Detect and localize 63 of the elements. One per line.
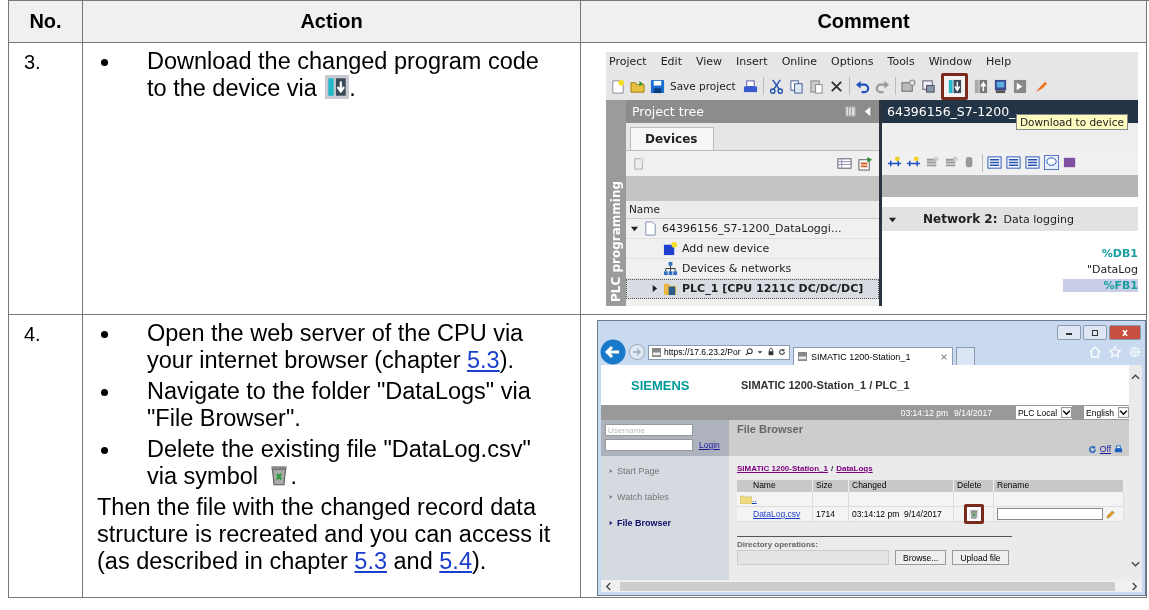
browse-button[interactable]: Browse... [895, 550, 947, 565]
parent-folder-link[interactable]: .. [752, 494, 757, 504]
login-link[interactable]: Login [699, 440, 720, 450]
page-title: SIMATIC 1200-Station_1 / PLC_1 [741, 379, 910, 391]
tree-item[interactable]: 64396156_S7-1200_DataLoggi... [626, 219, 879, 239]
instruction-text: Open the web server of the CPU via your internet browser (chapter 5.3). [147, 320, 525, 374]
chapter-link[interactable]: 5.4 [439, 548, 472, 574]
upload-file-button[interactable]: Upload file [952, 550, 1009, 565]
file-link[interactable]: DataLog.csv [753, 509, 801, 519]
column-header: Name [737, 480, 813, 492]
menu-item[interactable]: Tools [887, 55, 915, 72]
tooltip: Download to device [1016, 114, 1128, 130]
network-label: Network 2: [923, 212, 998, 226]
address-bar[interactable]: https://17.6.23.2/Por [648, 344, 790, 360]
column-header: Delete [954, 480, 994, 492]
step-number: 4. [24, 323, 41, 345]
breadcrumb-link[interactable]: SIMATIC 1200-Station_1 [737, 464, 828, 473]
panel-title: Project tree [632, 104, 705, 119]
instruction-text: Delete the existing file "DataLog.csv" via symbol . [147, 436, 532, 490]
devices-tab[interactable]: Devices [630, 127, 715, 150]
table-cell: 1714 [813, 507, 849, 522]
chapter-link[interactable]: 5.3 [467, 347, 500, 373]
instruction-text: Navigate to the folder "DataLogs" via "File Browser". [147, 378, 532, 432]
breadcrumb-separator: / [831, 464, 834, 473]
tree-column-header: Name [626, 201, 879, 219]
menu-item[interactable]: View [695, 55, 723, 72]
save-project-label[interactable]: Save project [670, 80, 736, 92]
dropdown[interactable]: PLC Local [1015, 406, 1073, 419]
tree-item[interactable]: PLC_1 [CPU 1211C DC/DC/DC] [626, 279, 879, 299]
column-header: Action [83, 1, 581, 43]
column-header: Rename [994, 480, 1124, 492]
username-field[interactable]: Username [605, 424, 693, 436]
operand-label: %DB1 [1101, 247, 1138, 260]
browser-tab[interactable]: SIMATIC 1200-Station_1 [793, 347, 953, 365]
breadcrumb-link[interactable]: DataLogs [836, 464, 873, 473]
time-text: 03:14:12 pm [900, 407, 949, 418]
menu-item[interactable]: Online [781, 55, 818, 72]
section-label: Directory operations: [737, 540, 818, 549]
menu-item[interactable]: Window [928, 55, 973, 72]
siemens-logo: SIEMENS [631, 377, 691, 393]
instruction-text: Then the file with the changed record data structure is recreated and you can access it (as described in chapter 5.3 and 5.4). [97, 494, 552, 575]
menu-item[interactable]: Options [831, 55, 874, 72]
dropdown[interactable]: English [1084, 406, 1129, 419]
auto-refresh-link[interactable]: Off [1099, 444, 1111, 454]
chapter-link[interactable]: 5.3 [354, 548, 387, 574]
column-header: Size [813, 480, 849, 492]
content-title: File Browser [737, 423, 805, 435]
table-cell: 03:14:12 pm 9/14/2017 [849, 507, 954, 522]
menu-item[interactable]: Help [986, 55, 1012, 72]
tree-item[interactable]: Add new device [626, 239, 879, 259]
column-header: Changed [849, 480, 954, 492]
column-header: No. [9, 1, 83, 43]
menu-item[interactable]: Project [609, 55, 647, 72]
date-text: 9/14/2017 [954, 407, 992, 418]
step-number: 3. [24, 51, 41, 73]
column-header: Comment [581, 1, 1147, 43]
menu-item[interactable]: Edit [660, 55, 682, 72]
nav-item[interactable]: File Browser [601, 508, 729, 534]
operand-label: %FB1 [1063, 279, 1138, 292]
instruction-text: Download the changed program code to the device via . [147, 48, 540, 102]
operand-label: "DataLog [1087, 263, 1138, 276]
menu-item[interactable]: Insert [736, 55, 768, 72]
network-title: Data logging [1003, 212, 1074, 226]
